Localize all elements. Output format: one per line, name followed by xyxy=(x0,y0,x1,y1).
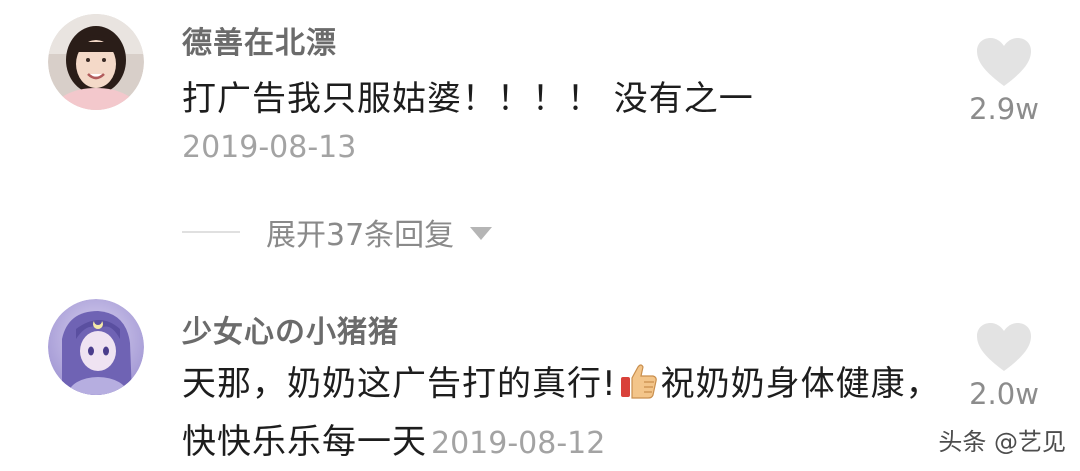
like-count: 2.0w xyxy=(969,377,1039,411)
heart-icon xyxy=(977,38,1031,86)
comment-text: 天那，奶奶这广告打的真行! 祝奶奶身体健康，快快乐乐每一天 2019-08-12 xyxy=(182,355,942,471)
comment-text-part-1: 天那，奶奶这广告打的真行! xyxy=(182,364,617,404)
comment-username[interactable]: 少女心の小猪猪 xyxy=(182,307,399,351)
divider xyxy=(182,231,240,233)
comment-text: 打广告我只服姑婆！！！！ 没有之一 xyxy=(182,70,942,128)
expand-replies-button[interactable]: 展开37条回复 xyxy=(182,208,493,256)
like-button[interactable]: 2.0w xyxy=(964,321,1044,411)
thumbs-up-icon xyxy=(620,364,657,399)
avatar-anime-girl-icon xyxy=(48,299,144,395)
expand-replies-label: 展开37条回复 xyxy=(266,218,455,253)
comment-text-body: 打广告我只服姑婆！！！！ 没有之一 xyxy=(182,79,754,119)
chevron-down-icon xyxy=(470,226,493,240)
comment-date: 2019-08-12 xyxy=(431,426,606,461)
comment-item: 少女心の小猪猪 天那，奶奶这广告打的真行! 祝奶奶身体健康，快快乐乐每一天 201… xyxy=(0,285,1080,471)
comment-username[interactable]: 德善在北漂 xyxy=(182,18,337,62)
comment-section: 德善在北漂 打广告我只服姑婆！！！！ 没有之一 2019-08-13 2.9w … xyxy=(0,0,1080,471)
heart-icon xyxy=(977,323,1031,371)
avatar[interactable] xyxy=(48,14,144,110)
avatar[interactable] xyxy=(48,299,144,395)
like-count: 2.9w xyxy=(969,92,1039,126)
comment-date: 2019-08-13 xyxy=(182,130,357,165)
watermark: 头条 @艺见 xyxy=(938,428,1066,456)
comment-item: 德善在北漂 打广告我只服姑婆！！！！ 没有之一 2019-08-13 2.9w xyxy=(0,0,1080,190)
avatar-girl-photo-icon xyxy=(48,14,144,110)
like-button[interactable]: 2.9w xyxy=(964,36,1044,126)
